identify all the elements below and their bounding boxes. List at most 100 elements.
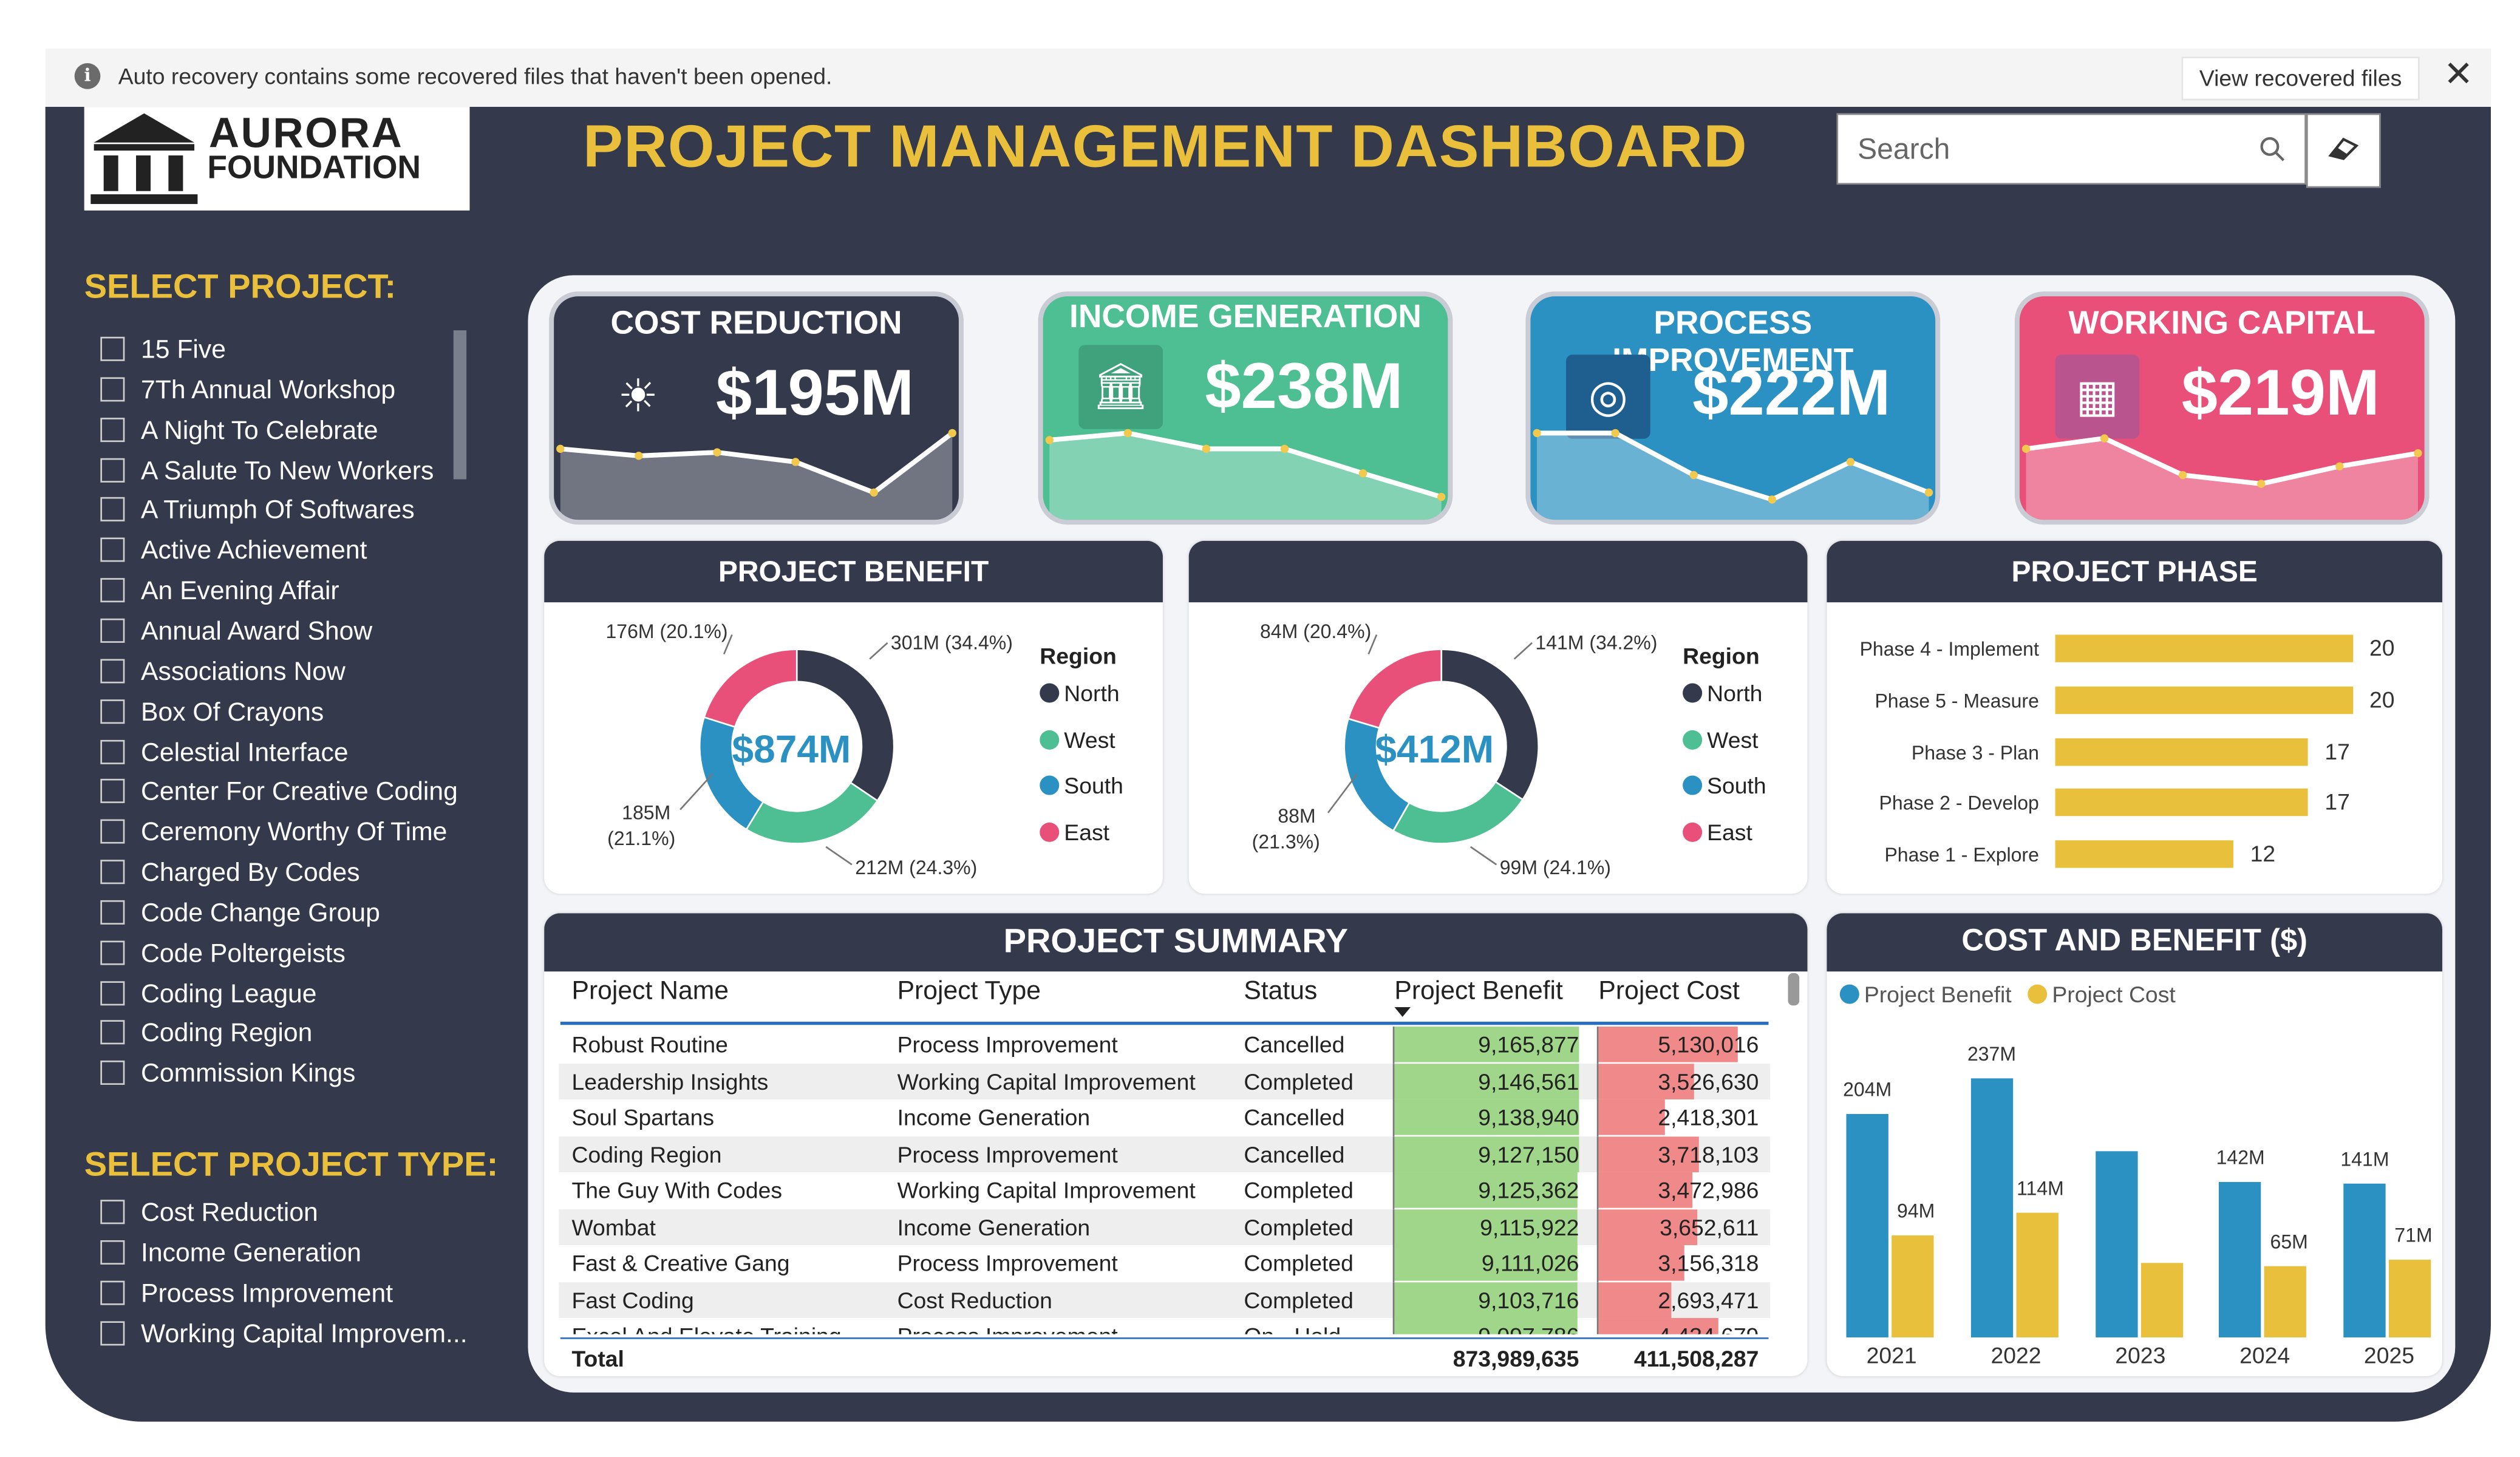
benefit-legend-item[interactable]: South xyxy=(1040,772,1123,798)
cost-east-label: 84M (20.4%) xyxy=(1260,620,1372,643)
legend-dot-icon xyxy=(1683,683,1703,703)
legend-label: West xyxy=(1064,726,1115,752)
phase-bar[interactable] xyxy=(2055,789,2309,817)
cell-status: On - Hold xyxy=(1244,1323,1341,1334)
table-row[interactable]: Fast & Creative Gang Process Improvement C… xyxy=(559,1245,1771,1283)
table-row[interactable]: Robust Routine Process Improvement Cancell… xyxy=(559,1026,1771,1065)
table-row[interactable]: Wombat Income Generation Completed 9,115,92… xyxy=(559,1208,1771,1247)
cost-bar[interactable] xyxy=(2264,1266,2307,1337)
project-summary-title: PROJECT SUMMARY xyxy=(544,913,1808,972)
cell-project-name: Wombat xyxy=(571,1213,656,1240)
cell-project-benefit: 9,115,922 xyxy=(1480,1213,1579,1240)
phase-value: 12 xyxy=(2250,840,2276,867)
cell-project-cost: 3,718,103 xyxy=(1658,1140,1759,1167)
table-row[interactable]: Soul Spartans Income Generation Cancelled 9… xyxy=(559,1099,1771,1138)
benefit-slice-north[interactable] xyxy=(795,648,895,802)
cost-slice-north[interactable] xyxy=(1440,648,1540,801)
leader-line xyxy=(1327,773,1358,813)
cell-project-name: Robust Routine xyxy=(571,1031,728,1058)
benefit-north-label: 301M (34.4%) xyxy=(890,631,1013,654)
cell-project-type: Process Improvement xyxy=(897,1140,1118,1167)
cost-legend-item[interactable]: East xyxy=(1683,818,1752,844)
cell-project-name: Coding Region xyxy=(571,1140,722,1167)
legend-item[interactable]: Project Benefit xyxy=(1839,981,2012,1007)
cost-south-label: 88M xyxy=(1278,804,1316,827)
benefit-bar[interactable] xyxy=(1846,1114,1888,1337)
col-header-status[interactable]: Status xyxy=(1244,978,1317,1007)
cost-bar-label: 114M xyxy=(2017,1177,2064,1200)
table-row[interactable]: The Guy With Codes Working Capital Improv… xyxy=(559,1172,1771,1211)
legend-dot-icon xyxy=(1040,683,1060,703)
phase-label: Phase 3 - Plan xyxy=(1911,741,2039,764)
legend-dot-icon xyxy=(1683,729,1703,749)
cell-project-type: Process Improvement xyxy=(897,1323,1118,1334)
leader-line xyxy=(1513,642,1533,660)
benefit-bar[interactable] xyxy=(1970,1078,2013,1338)
cell-project-type: Income Generation xyxy=(897,1104,1091,1130)
phase-label: Phase 1 - Explore xyxy=(1884,844,2039,867)
cell-project-name: Fast Coding xyxy=(571,1286,694,1313)
cell-project-type: Working Capital Improvement xyxy=(897,1067,1196,1094)
phase-bar[interactable] xyxy=(2055,738,2309,766)
legend-item[interactable]: Project Cost xyxy=(2028,981,2176,1007)
col-header-project-type[interactable]: Project Type xyxy=(897,978,1041,1007)
phase-bar[interactable] xyxy=(2055,840,2234,869)
x-axis-tick-label: 2022 xyxy=(1990,1342,2042,1368)
cost-bar-label: 94M xyxy=(1897,1199,1935,1222)
benefit-legend-item[interactable]: West xyxy=(1040,726,1115,752)
cost-bar[interactable] xyxy=(2389,1260,2431,1337)
cost-bar-label: 71M xyxy=(2394,1224,2433,1247)
cell-status: Completed xyxy=(1244,1250,1354,1276)
cell-project-name: Fast & Creative Gang xyxy=(571,1250,790,1276)
sort-descending-icon[interactable] xyxy=(1394,1007,1411,1019)
benefit-slice-west[interactable] xyxy=(745,781,879,844)
cell-project-cost: 3,652,611 xyxy=(1660,1213,1759,1240)
table-row[interactable]: Fast Coding Cost Reduction Completed 9,103,… xyxy=(559,1282,1771,1320)
cost-bar[interactable] xyxy=(2140,1263,2183,1337)
benefit-slice-east[interactable] xyxy=(703,648,798,728)
cost-slice-east[interactable] xyxy=(1347,648,1443,729)
cost-legend-item[interactable]: North xyxy=(1683,680,1762,706)
benefit-bar[interactable] xyxy=(2343,1183,2386,1337)
cell-project-cost: 2,418,301 xyxy=(1658,1104,1759,1130)
cell-project-type: Process Improvement xyxy=(897,1250,1118,1276)
x-axis-tick-label: 2023 xyxy=(2115,1342,2166,1368)
header-divider xyxy=(560,1021,1769,1024)
benefit-bar-label: 142M xyxy=(2216,1146,2265,1169)
cell-project-type: Cost Reduction xyxy=(897,1286,1052,1313)
cost-benefit-legend: Project Benefit Project Cost xyxy=(1839,981,2192,1007)
cell-project-cost: 3,526,630 xyxy=(1658,1067,1759,1094)
cost-bar[interactable] xyxy=(1892,1234,1934,1337)
cell-status: Cancelled xyxy=(1244,1104,1345,1130)
benefit-south-label-pct: (21.1%) xyxy=(607,827,676,851)
benefit-bar[interactable] xyxy=(2219,1182,2262,1337)
cost-legend-item[interactable]: South xyxy=(1683,772,1766,798)
table-row[interactable]: Coding Region Process Improvement Cancelle… xyxy=(559,1135,1771,1174)
cell-status: Completed xyxy=(1244,1177,1354,1203)
legend-dot-icon xyxy=(1683,821,1703,841)
col-header-project-name[interactable]: Project Name xyxy=(571,978,729,1007)
benefit-bar[interactable] xyxy=(2095,1150,2137,1337)
phase-bar[interactable] xyxy=(2055,634,2354,662)
benefit-legend-item[interactable]: East xyxy=(1040,818,1109,844)
cost-slice-west[interactable] xyxy=(1392,781,1524,844)
cell-project-benefit: 9,127,150 xyxy=(1478,1140,1579,1167)
phase-value: 20 xyxy=(2369,634,2395,661)
cell-project-name: Leadership Insights xyxy=(571,1067,769,1094)
benefit-center-value: $874M xyxy=(732,728,851,773)
benefit-bar-label: 141M xyxy=(2340,1147,2389,1170)
table-row[interactable]: Leadership Insights Working Capital Impro… xyxy=(559,1062,1771,1101)
benefit-legend-item[interactable]: North xyxy=(1040,680,1120,706)
cost-bar[interactable] xyxy=(2015,1212,2059,1337)
col-header-project-cost[interactable]: Project Cost xyxy=(1598,978,1739,1007)
cell-project-benefit: 9,165,877 xyxy=(1478,1031,1579,1058)
table-row[interactable]: Excel And Elevate Training Process Improv… xyxy=(559,1318,1771,1334)
cell-project-cost: 2,693,471 xyxy=(1658,1286,1759,1313)
legend-dot-icon xyxy=(1040,775,1060,795)
phase-bar[interactable] xyxy=(2055,686,2354,714)
table-scrollbar[interactable] xyxy=(1788,973,1800,1006)
col-header-project-benefit[interactable]: Project Benefit xyxy=(1394,978,1563,1007)
cost-and-benefit-title: COST AND BENEFIT ($) xyxy=(1827,913,2442,972)
cost-legend-item[interactable]: West xyxy=(1683,726,1759,752)
benefit-east-label: 176M (20.1%) xyxy=(605,620,728,643)
